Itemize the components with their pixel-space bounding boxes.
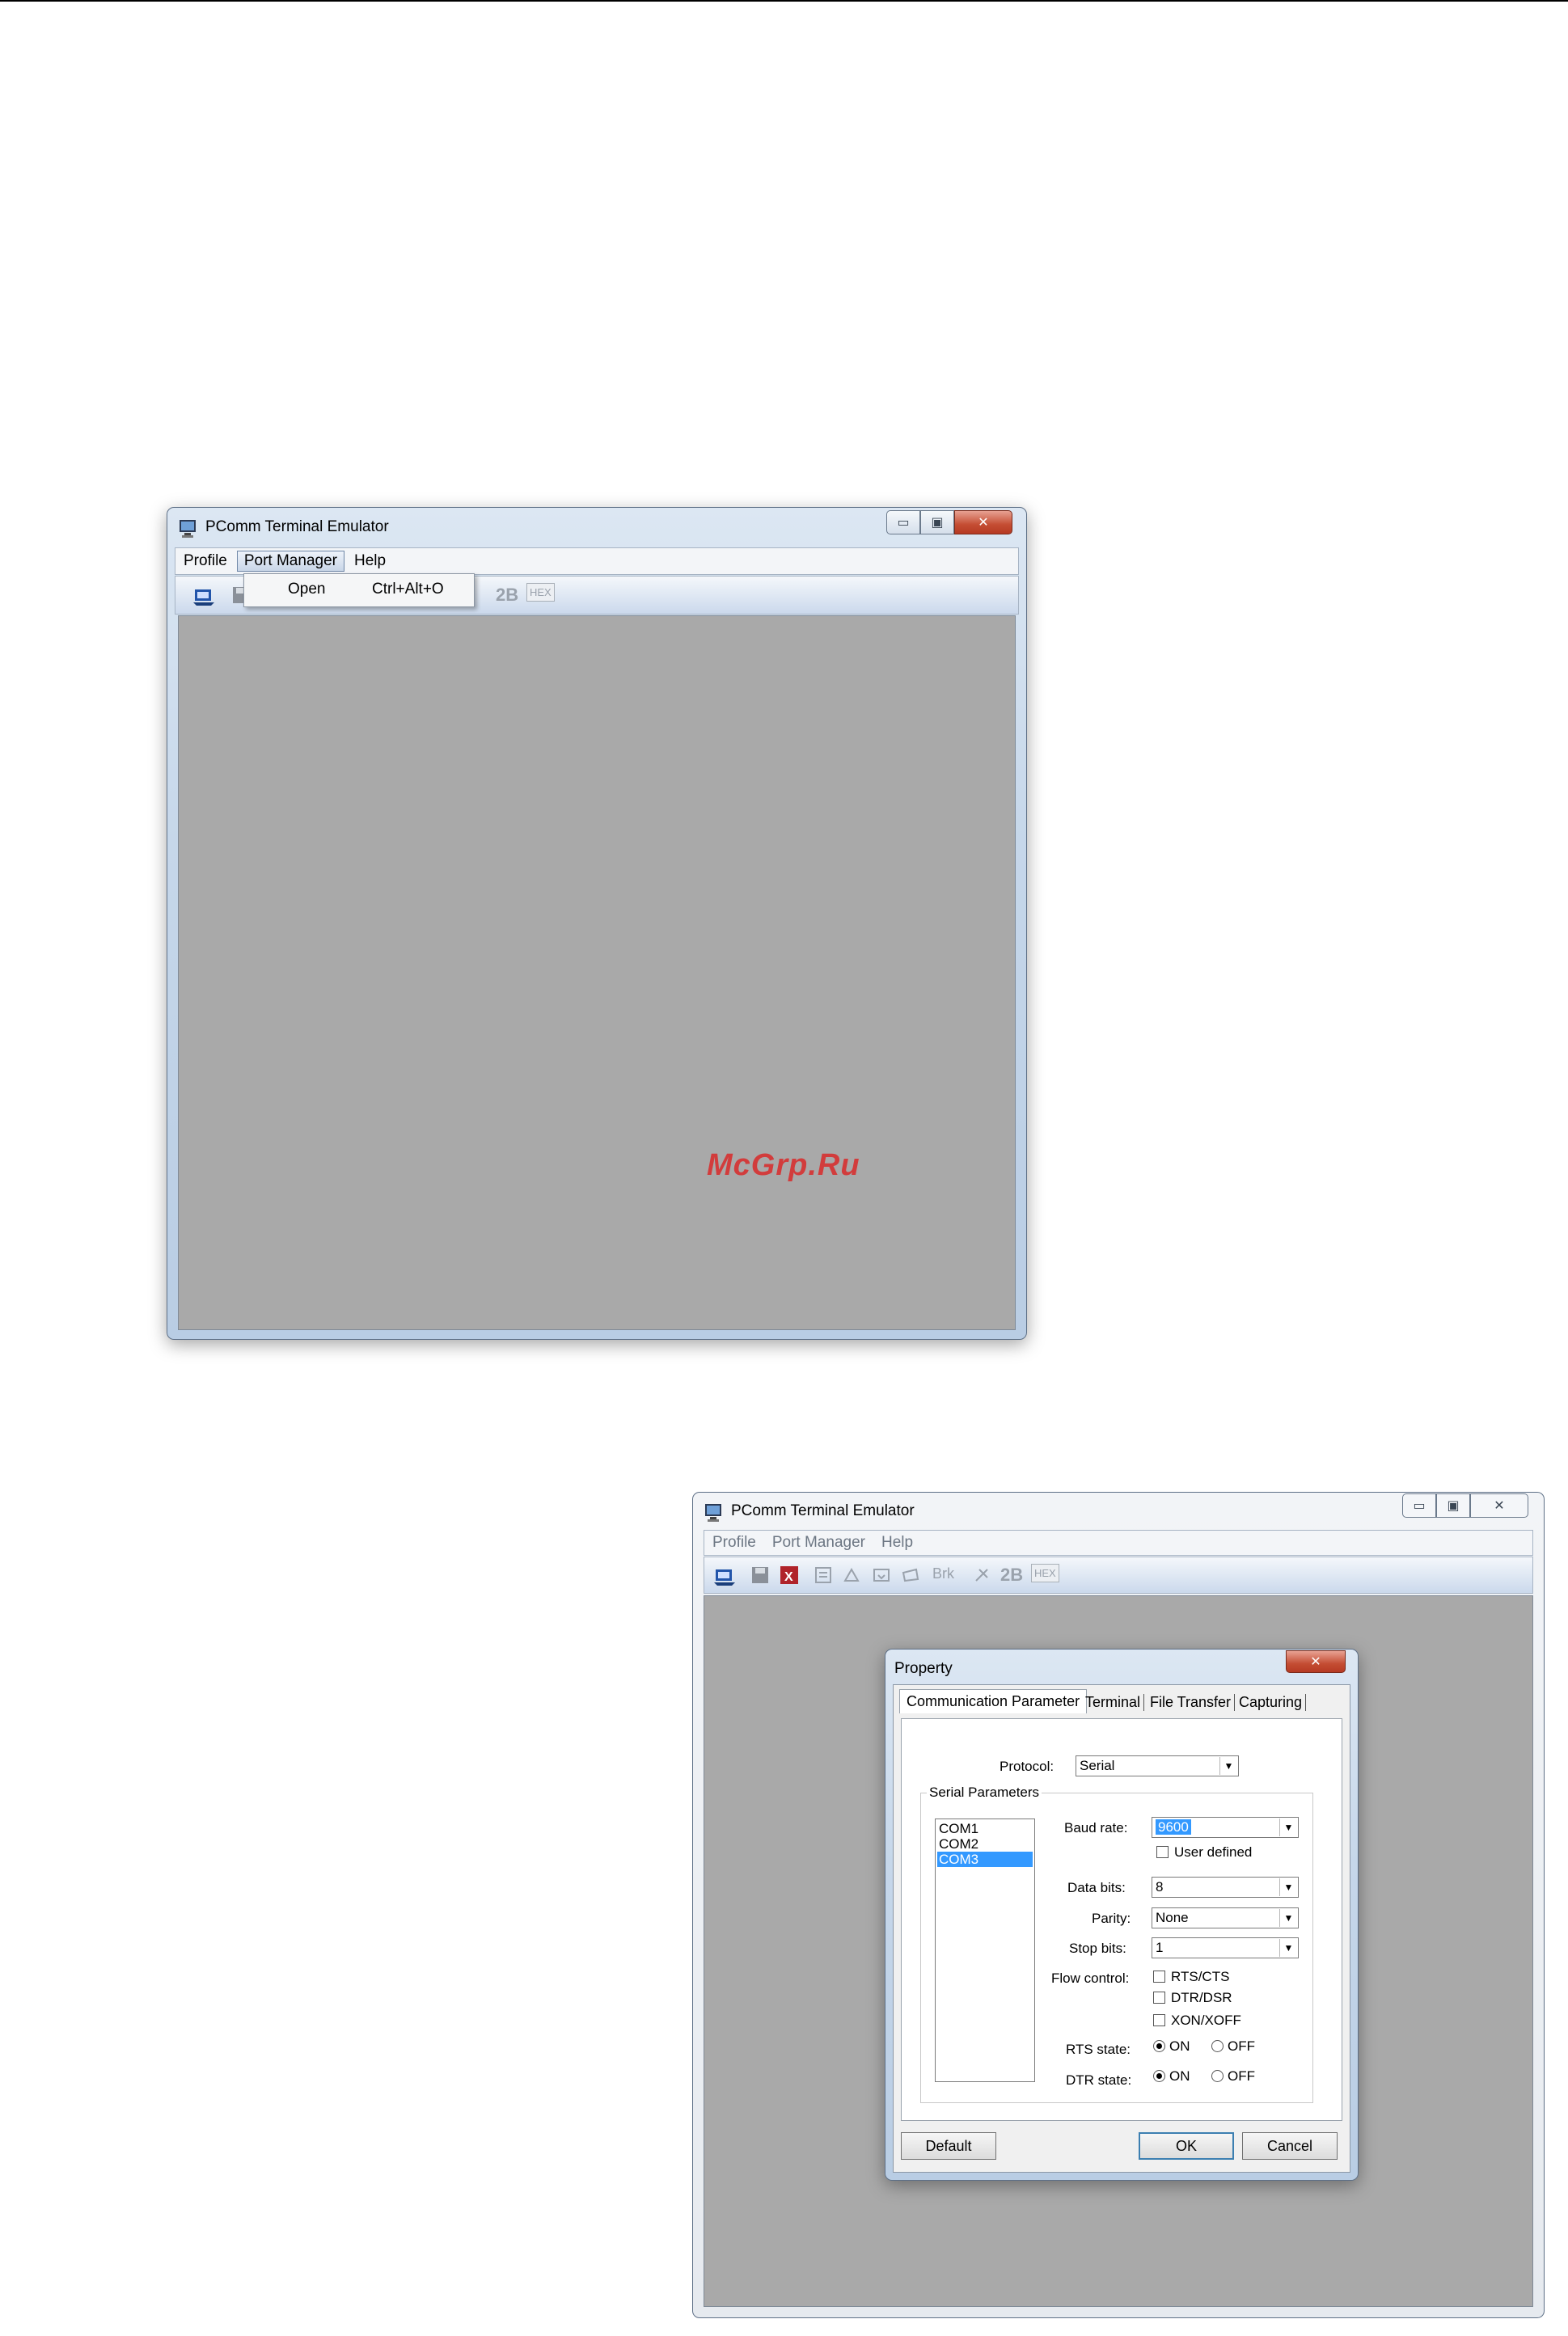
caption-buttons: ▭ ▣ ✕ <box>886 510 1012 534</box>
tab-communication-parameter[interactable]: Communication Parameter <box>899 1689 1088 1713</box>
baud-rate-value: 9600 <box>1156 1819 1191 1835</box>
pcomm-app-icon <box>180 520 196 538</box>
open-port-icon[interactable] <box>190 581 218 609</box>
baud-rate-select[interactable]: 9600 ▼ <box>1152 1817 1299 1838</box>
rts-on-label: ON <box>1169 2038 1190 2054</box>
protocol-value: Serial <box>1080 1758 1115 1773</box>
svg-text:X: X <box>784 1570 793 1584</box>
dialog-close-button[interactable]: ✕ <box>1286 1650 1346 1673</box>
dtr-on-radio[interactable] <box>1153 2070 1165 2082</box>
close-port-icon[interactable]: X <box>776 1561 803 1589</box>
maximize-button[interactable]: ▣ <box>920 510 954 534</box>
dtr-on-label: ON <box>1169 2068 1190 2084</box>
pcomm-window-2: PComm Terminal Emulator ▭ ▣ ✕ Profile Po… <box>692 1492 1545 2318</box>
toolbar-2b-button[interactable]: 2B <box>1000 1565 1023 1586</box>
data-bits-select[interactable]: 8 ▼ <box>1152 1877 1299 1898</box>
caption-buttons: ▭ ▣ ✕ <box>1402 1493 1528 1518</box>
xon-xoff-checkbox[interactable] <box>1153 2014 1165 2026</box>
port-listbox[interactable]: COM1 COM2 COM3 <box>935 1819 1035 2082</box>
dialog-caption-buttons: ✕ <box>1286 1650 1346 1673</box>
xon-xoff-label: XON/XOFF <box>1171 2013 1241 2028</box>
stop-bits-select[interactable]: 1 ▼ <box>1152 1937 1299 1958</box>
close-button[interactable]: ✕ <box>954 510 1012 534</box>
toolbar-2b-button[interactable]: 2B <box>496 585 518 606</box>
page-top-rule <box>0 0 1568 2</box>
property-dialog: Property ✕ Communication Parameter Termi… <box>885 1649 1359 2181</box>
parity-value: None <box>1156 1910 1189 1925</box>
menu-bar: Profile Port Manager Help <box>704 1530 1533 1556</box>
pcomm-window-1: PComm Terminal Emulator ▭ ▣ ✕ Profile Po… <box>167 507 1027 1340</box>
properties-icon[interactable] <box>809 1561 837 1589</box>
cancel-button[interactable]: Cancel <box>1242 2132 1338 2160</box>
protocol-select[interactable]: Serial ▼ <box>1076 1755 1239 1776</box>
menu-bar: Profile Port Manager Help <box>175 547 1019 575</box>
data-bits-value: 8 <box>1156 1879 1164 1895</box>
rts-off-radio[interactable] <box>1211 2040 1224 2052</box>
rts-off-label: OFF <box>1228 2038 1255 2054</box>
menu-profile[interactable]: Profile <box>706 1533 763 1552</box>
chevron-down-icon[interactable]: ▼ <box>1279 1878 1297 1896</box>
parity-select[interactable]: None ▼ <box>1152 1907 1299 1928</box>
default-button[interactable]: Default <box>901 2132 996 2160</box>
toolbar-hex-button[interactable]: HEX <box>1031 1564 1059 1582</box>
rts-on-radio[interactable] <box>1153 2040 1165 2052</box>
baud-rate-label: Baud rate: <box>1064 1820 1128 1835</box>
chevron-down-icon[interactable]: ▼ <box>1279 1909 1297 1927</box>
toolbar: X Brk 2B HEX <box>704 1557 1533 1594</box>
protocol-label: Protocol: <box>1000 1759 1054 1774</box>
tab-file-transfer[interactable]: File Transfer <box>1147 1694 1236 1711</box>
menu-port-manager[interactable]: Port Manager <box>766 1533 872 1552</box>
pcomm-app-icon <box>705 1504 721 1522</box>
menu-port-manager[interactable]: Port Manager <box>236 551 344 572</box>
receive-file-icon[interactable] <box>868 1561 895 1589</box>
save-icon[interactable] <box>746 1561 774 1589</box>
dtr-dsr-label: DTR/DSR <box>1171 1990 1232 2005</box>
rts-cts-label: RTS/CTS <box>1171 1969 1230 1984</box>
serial-parameters-title: Serial Parameters <box>927 1785 1042 1801</box>
dial-icon[interactable] <box>968 1561 995 1589</box>
terminal-area <box>178 615 1016 1330</box>
chevron-down-icon[interactable]: ▼ <box>1219 1757 1237 1775</box>
ok-button[interactable]: OK <box>1139 2132 1234 2160</box>
port-item-selected[interactable]: COM3 <box>937 1852 1033 1867</box>
capture-icon[interactable] <box>897 1561 924 1589</box>
maximize-button[interactable]: ▣ <box>1436 1493 1470 1518</box>
window-title: PComm Terminal Emulator <box>205 518 389 535</box>
tab-terminal[interactable]: Terminal <box>1082 1694 1145 1711</box>
close-button[interactable]: ✕ <box>1470 1493 1528 1518</box>
toolbar-hex-button[interactable]: HEX <box>526 583 555 602</box>
tab-capturing[interactable]: Capturing <box>1236 1694 1307 1711</box>
rts-state-label: RTS state: <box>1066 2042 1131 2057</box>
stop-bits-label: Stop bits: <box>1069 1941 1126 1956</box>
user-defined-label: User defined <box>1174 1844 1253 1860</box>
port-manager-dropdown: Open Ctrl+Alt+O <box>243 573 475 607</box>
data-bits-label: Data bits: <box>1067 1880 1126 1895</box>
minimize-button[interactable]: ▭ <box>886 510 920 534</box>
flow-control-label: Flow control: <box>1051 1971 1130 1986</box>
chevron-down-icon[interactable]: ▼ <box>1279 1819 1297 1836</box>
dtr-state-label: DTR state: <box>1066 2072 1132 2088</box>
window-title: PComm Terminal Emulator <box>731 1502 915 1519</box>
menu-profile[interactable]: Profile <box>177 551 234 571</box>
dialog-title: Property <box>894 1660 953 1677</box>
menu-open-shortcut: Ctrl+Alt+O <box>372 581 444 598</box>
menu-help[interactable]: Help <box>348 551 392 571</box>
dtr-off-radio[interactable] <box>1211 2070 1224 2082</box>
user-defined-checkbox[interactable] <box>1156 1846 1169 1858</box>
port-item[interactable]: COM1 <box>937 1821 1033 1836</box>
chevron-down-icon[interactable]: ▼ <box>1279 1939 1297 1957</box>
parity-label: Parity: <box>1092 1911 1131 1926</box>
menu-help[interactable]: Help <box>875 1533 919 1552</box>
minimize-button[interactable]: ▭ <box>1402 1493 1436 1518</box>
rts-cts-checkbox[interactable] <box>1153 1971 1165 1983</box>
port-item[interactable]: COM2 <box>937 1836 1033 1852</box>
dtr-off-label: OFF <box>1228 2068 1255 2084</box>
send-file-icon[interactable] <box>839 1561 866 1589</box>
stop-bits-value: 1 <box>1156 1940 1164 1955</box>
toolbar-brk-button[interactable]: Brk <box>932 1565 954 1582</box>
dtr-dsr-checkbox[interactable] <box>1153 1992 1165 2004</box>
menu-open-item[interactable]: Open <box>288 581 325 598</box>
watermark-text: McGrp.Ru <box>707 1148 860 1182</box>
open-port-icon[interactable] <box>711 1561 738 1589</box>
